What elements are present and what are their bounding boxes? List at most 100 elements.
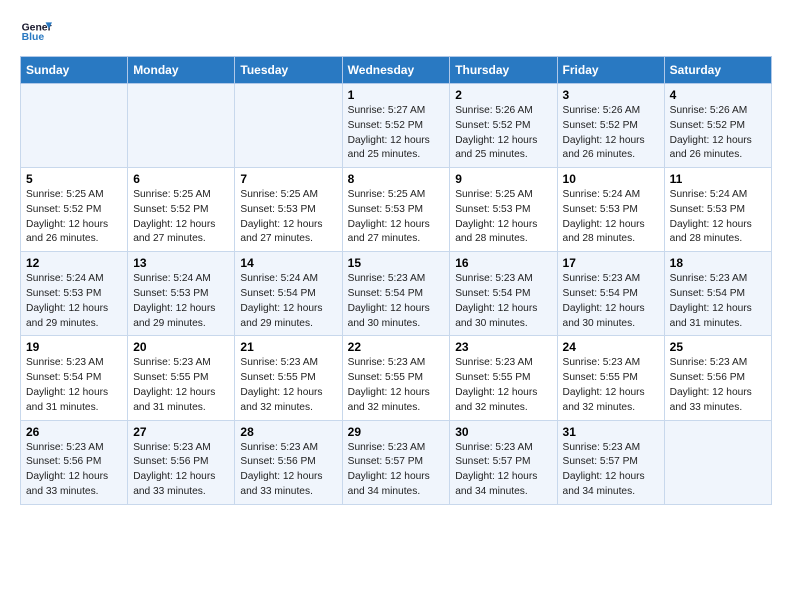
day-info: Sunrise: 5:26 AM Sunset: 5:52 PM Dayligh… — [563, 104, 659, 163]
day-info: Sunrise: 5:23 AM Sunset: 5:56 PM Dayligh… — [670, 356, 766, 415]
day-number: 18 — [670, 256, 766, 270]
day-info: Sunrise: 5:23 AM Sunset: 5:55 PM Dayligh… — [348, 356, 445, 415]
day-number: 14 — [240, 256, 336, 270]
empty-cell — [128, 84, 235, 168]
day-number: 2 — [455, 88, 551, 102]
calendar-day-13: 13Sunrise: 5:24 AM Sunset: 5:53 PM Dayli… — [128, 252, 235, 336]
day-info: Sunrise: 5:27 AM Sunset: 5:52 PM Dayligh… — [348, 104, 445, 163]
calendar-week-row: 5 Sunrise: 5:25 AM Sunset: 5:52 PM Daylig… — [21, 168, 772, 252]
day-info: Sunrise: 5:23 AM Sunset: 5:54 PM Dayligh… — [563, 272, 659, 331]
day-number: 19 — [26, 340, 122, 354]
svg-text:Blue: Blue — [22, 32, 45, 43]
day-info: Sunrise: 5:25 AM Sunset: 5:53 PM Dayligh… — [455, 188, 551, 247]
calendar-day-6: 6 Sunrise: 5:25 AM Sunset: 5:52 PM Daylig… — [128, 168, 235, 252]
weekday-header-monday: Monday — [128, 57, 235, 84]
day-number: 10 — [563, 172, 659, 186]
day-number: 12 — [26, 256, 122, 270]
calendar-day-27: 27 Sunrise: 5:23 AM Sunset: 5:56 PM Dayli… — [128, 420, 235, 504]
day-number: 6 — [133, 172, 229, 186]
calendar-day-19: 19 Sunrise: 5:23 AM Sunset: 5:54 PM Dayli… — [21, 336, 128, 420]
day-number: 4 — [670, 88, 766, 102]
day-number: 5 — [26, 172, 122, 186]
weekday-header-thursday: Thursday — [450, 57, 557, 84]
empty-cell — [235, 84, 342, 168]
calendar-table: SundayMondayTuesdayWednesdayThursdayFrid… — [20, 56, 772, 505]
day-info: Sunrise: 5:23 AM Sunset: 5:56 PM Dayligh… — [133, 441, 229, 500]
calendar-week-row: 26 Sunrise: 5:23 AM Sunset: 5:56 PM Dayli… — [21, 420, 772, 504]
calendar-day-11: 11 Sunrise: 5:24 AM Sunset: 5:53 PM Dayli… — [664, 168, 771, 252]
day-number: 7 — [240, 172, 336, 186]
calendar-day-20: 20Sunrise: 5:23 AM Sunset: 5:55 PM Dayli… — [128, 336, 235, 420]
day-info: Sunrise: 5:23 AM Sunset: 5:54 PM Dayligh… — [455, 272, 551, 331]
day-info: Sunrise: 5:23 AM Sunset: 5:54 PM Dayligh… — [348, 272, 445, 331]
calendar-week-row: 19 Sunrise: 5:23 AM Sunset: 5:54 PM Dayli… — [21, 336, 772, 420]
day-number: 25 — [670, 340, 766, 354]
day-info: Sunrise: 5:23 AM Sunset: 5:57 PM Dayligh… — [455, 441, 551, 500]
weekday-header-friday: Friday — [557, 57, 664, 84]
day-info: Sunrise: 5:24 AM Sunset: 5:53 PM Dayligh… — [26, 272, 122, 331]
calendar-day-15: 15Sunrise: 5:23 AM Sunset: 5:54 PM Dayli… — [342, 252, 450, 336]
day-info: Sunrise: 5:24 AM Sunset: 5:53 PM Dayligh… — [133, 272, 229, 331]
day-number: 31 — [563, 425, 659, 439]
calendar-day-28: 28 Sunrise: 5:23 AM Sunset: 5:56 PM Dayli… — [235, 420, 342, 504]
weekday-header-sunday: Sunday — [21, 57, 128, 84]
day-number: 29 — [348, 425, 445, 439]
calendar-day-17: 17Sunrise: 5:23 AM Sunset: 5:54 PM Dayli… — [557, 252, 664, 336]
day-number: 11 — [670, 172, 766, 186]
calendar-day-14: 14Sunrise: 5:24 AM Sunset: 5:54 PM Dayli… — [235, 252, 342, 336]
calendar-day-21: 21 Sunrise: 5:23 AM Sunset: 5:55 PM Dayli… — [235, 336, 342, 420]
calendar-day-25: 25 Sunrise: 5:23 AM Sunset: 5:56 PM Dayli… — [664, 336, 771, 420]
calendar-day-1: 1Sunrise: 5:27 AM Sunset: 5:52 PM Daylig… — [342, 84, 450, 168]
calendar-day-24: 24 Sunrise: 5:23 AM Sunset: 5:55 PM Dayli… — [557, 336, 664, 420]
calendar-day-2: 2Sunrise: 5:26 AM Sunset: 5:52 PM Daylig… — [450, 84, 557, 168]
calendar-day-29: 29 Sunrise: 5:23 AM Sunset: 5:57 PM Dayli… — [342, 420, 450, 504]
calendar-day-30: 30 Sunrise: 5:23 AM Sunset: 5:57 PM Dayli… — [450, 420, 557, 504]
weekday-header-saturday: Saturday — [664, 57, 771, 84]
calendar-week-row: 12 Sunrise: 5:24 AM Sunset: 5:53 PM Dayli… — [21, 252, 772, 336]
calendar-day-23: 23 Sunrise: 5:23 AM Sunset: 5:55 PM Dayli… — [450, 336, 557, 420]
day-number: 28 — [240, 425, 336, 439]
day-info: Sunrise: 5:23 AM Sunset: 5:55 PM Dayligh… — [563, 356, 659, 415]
day-number: 3 — [563, 88, 659, 102]
calendar-day-31: 31Sunrise: 5:23 AM Sunset: 5:57 PM Dayli… — [557, 420, 664, 504]
logo-icon: General Blue — [20, 16, 52, 48]
day-number: 16 — [455, 256, 551, 270]
header: General Blue — [20, 16, 772, 48]
calendar-day-10: 10 Sunrise: 5:24 AM Sunset: 5:53 PM Dayli… — [557, 168, 664, 252]
day-number: 8 — [348, 172, 445, 186]
weekday-header-tuesday: Tuesday — [235, 57, 342, 84]
day-info: Sunrise: 5:24 AM Sunset: 5:53 PM Dayligh… — [670, 188, 766, 247]
day-info: Sunrise: 5:26 AM Sunset: 5:52 PM Dayligh… — [670, 104, 766, 163]
day-info: Sunrise: 5:23 AM Sunset: 5:57 PM Dayligh… — [348, 441, 445, 500]
day-number: 26 — [26, 425, 122, 439]
day-number: 21 — [240, 340, 336, 354]
day-info: Sunrise: 5:23 AM Sunset: 5:56 PM Dayligh… — [26, 441, 122, 500]
calendar-week-row: 1Sunrise: 5:27 AM Sunset: 5:52 PM Daylig… — [21, 84, 772, 168]
day-number: 23 — [455, 340, 551, 354]
day-info: Sunrise: 5:25 AM Sunset: 5:52 PM Dayligh… — [133, 188, 229, 247]
calendar-day-26: 26 Sunrise: 5:23 AM Sunset: 5:56 PM Dayli… — [21, 420, 128, 504]
calendar-day-12: 12 Sunrise: 5:24 AM Sunset: 5:53 PM Dayli… — [21, 252, 128, 336]
day-info: Sunrise: 5:24 AM Sunset: 5:53 PM Dayligh… — [563, 188, 659, 247]
calendar-day-8: 8 Sunrise: 5:25 AM Sunset: 5:53 PM Daylig… — [342, 168, 450, 252]
day-number: 24 — [563, 340, 659, 354]
day-info: Sunrise: 5:25 AM Sunset: 5:53 PM Dayligh… — [240, 188, 336, 247]
day-number: 30 — [455, 425, 551, 439]
calendar-day-3: 3 Sunrise: 5:26 AM Sunset: 5:52 PM Daylig… — [557, 84, 664, 168]
day-info: Sunrise: 5:23 AM Sunset: 5:55 PM Dayligh… — [133, 356, 229, 415]
day-info: Sunrise: 5:23 AM Sunset: 5:55 PM Dayligh… — [240, 356, 336, 415]
day-number: 9 — [455, 172, 551, 186]
day-number: 27 — [133, 425, 229, 439]
day-info: Sunrise: 5:25 AM Sunset: 5:53 PM Dayligh… — [348, 188, 445, 247]
day-info: Sunrise: 5:23 AM Sunset: 5:55 PM Dayligh… — [455, 356, 551, 415]
calendar-day-9: 9 Sunrise: 5:25 AM Sunset: 5:53 PM Daylig… — [450, 168, 557, 252]
day-info: Sunrise: 5:23 AM Sunset: 5:56 PM Dayligh… — [240, 441, 336, 500]
calendar-day-18: 18Sunrise: 5:23 AM Sunset: 5:54 PM Dayli… — [664, 252, 771, 336]
day-info: Sunrise: 5:23 AM Sunset: 5:54 PM Dayligh… — [26, 356, 122, 415]
calendar-day-7: 7 Sunrise: 5:25 AM Sunset: 5:53 PM Daylig… — [235, 168, 342, 252]
day-number: 22 — [348, 340, 445, 354]
weekday-header-wednesday: Wednesday — [342, 57, 450, 84]
weekday-header-row: SundayMondayTuesdayWednesdayThursdayFrid… — [21, 57, 772, 84]
day-info: Sunrise: 5:25 AM Sunset: 5:52 PM Dayligh… — [26, 188, 122, 247]
empty-cell — [21, 84, 128, 168]
